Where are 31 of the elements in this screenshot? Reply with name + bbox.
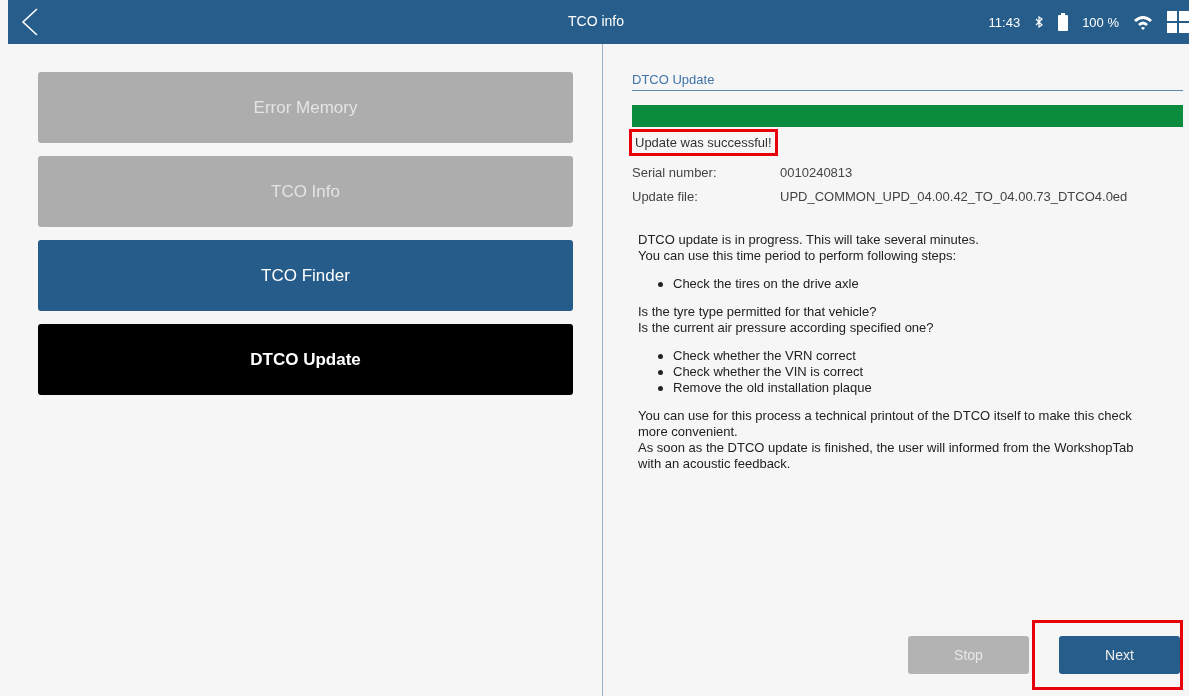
instruction-text: Is the tyre type permitted for that vehicle? <box>638 304 878 320</box>
battery-level: 100 % <box>1082 14 1119 30</box>
grid-icon[interactable] <box>1167 11 1189 33</box>
bullet-text: Check whether the VIN is correct <box>673 364 864 380</box>
battery-icon <box>1058 13 1069 31</box>
bullet-text: Check the tires on the drive axle <box>673 276 859 292</box>
menu-button[interactable]: TCO Finder <box>38 240 573 311</box>
action-button[interactable]: Next <box>1059 636 1180 674</box>
instruction-text: You can use for this process a technical printout of the DTCO itself to make this check more convenient. <box>638 408 1133 440</box>
wifi-icon <box>1133 14 1153 30</box>
instruction-text: You can use this time period to perform following steps: <box>638 248 958 264</box>
bullet-text: Remove the old installation plaque <box>673 380 872 396</box>
back-icon[interactable] <box>20 7 40 37</box>
bluetooth-icon <box>1034 16 1045 28</box>
field-value: 0010240813 <box>780 165 853 180</box>
instruction-text: Is the current air pressure according specified one? <box>638 320 935 336</box>
instruction-text: DTCO update is in progress. This will take several minutes. <box>638 232 980 248</box>
menu-button[interactable]: DTCO Update <box>38 324 573 395</box>
instruction-text: As soon as the DTCO update is finished, the user will informed from the WorkshopTab with an acoustic feedback. <box>638 440 1135 472</box>
clock-time: 11:43 <box>988 14 1021 30</box>
bullet-icon <box>658 369 663 375</box>
field-label: Serial number: <box>632 165 718 180</box>
bullet-icon <box>658 385 663 391</box>
field-value: UPD_COMMON_UPD_04.00.42_TO_04.00.73_DTCO4.0ed <box>780 189 1128 204</box>
bullet-icon <box>658 281 663 287</box>
field-label: Update file: <box>632 189 699 204</box>
bullet-text: Check whether the VRN correct <box>673 348 856 364</box>
screen-title: TCO info <box>568 13 624 29</box>
success-message: Update was successful! <box>629 129 778 156</box>
bullet-icon <box>658 353 663 359</box>
section-title: DTCO Update <box>632 72 1183 91</box>
